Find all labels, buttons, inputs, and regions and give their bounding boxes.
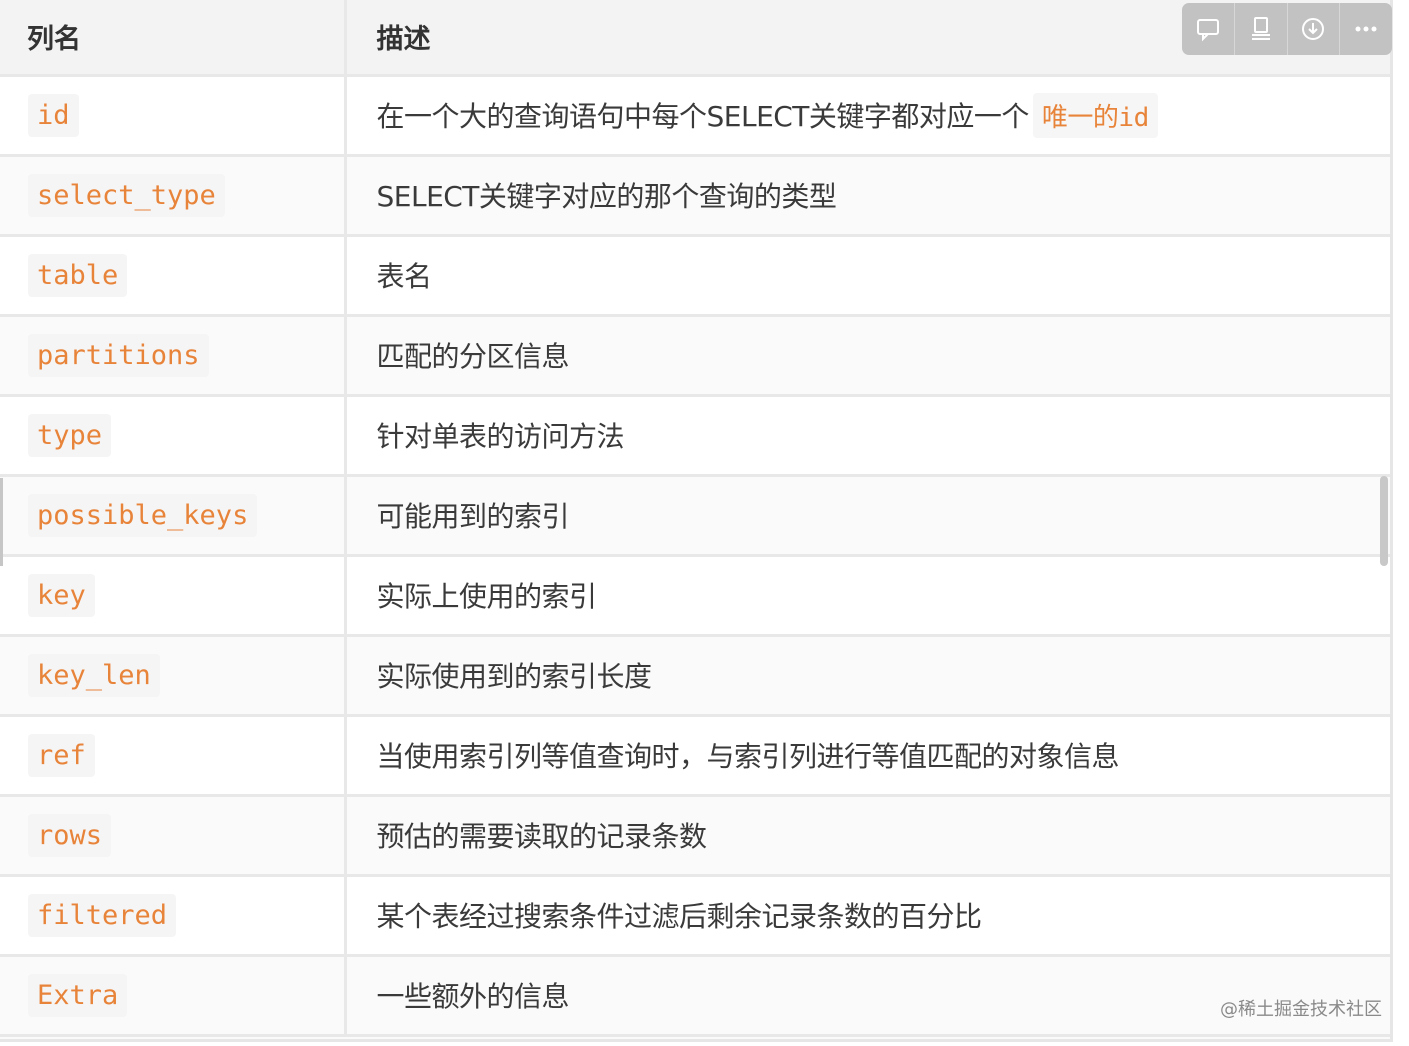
more-button[interactable] <box>1340 3 1392 55</box>
field-description-cell: 实际上使用的索引 <box>345 555 1390 637</box>
field-name-code: type <box>28 413 112 457</box>
field-name-cell: key <box>0 555 347 637</box>
field-name-cell: select_type <box>0 155 347 237</box>
field-description-cell: 针对单表的访问方法 <box>345 395 1390 477</box>
field-name-code: key_len <box>28 653 160 697</box>
table-row: possible_keys 可能用到的索引 <box>0 475 1390 557</box>
table-row: filtered 某个表经过搜索条件过滤后剩余记录条数的百分比 <box>0 875 1390 957</box>
download-button[interactable] <box>1288 3 1341 55</box>
field-name-cell: table <box>0 235 347 317</box>
download-icon <box>1302 18 1325 40</box>
field-name-code: select_type <box>28 173 225 217</box>
field-description-cell: 当使用索引列等值查询时，与索引列进行等值匹配的对象信息 <box>345 715 1390 797</box>
table-toolbar <box>1182 3 1392 55</box>
row-hover-marker <box>0 478 3 566</box>
field-description-text: 在一个大的查询语句中每个SELECT关键字都对应一个 <box>376 99 1030 133</box>
table-row: id 在一个大的查询语句中每个SELECT关键字都对应一个 唯一的id <box>0 75 1390 157</box>
field-name-cell: key_len <box>0 635 347 717</box>
field-name-code: ref <box>28 733 95 777</box>
table-row: key 实际上使用的索引 <box>0 555 1390 637</box>
field-name-cell: ref <box>0 715 347 797</box>
field-description-cell: 可能用到的索引 <box>345 475 1390 557</box>
field-description-cell: 某个表经过搜索条件过滤后剩余记录条数的百分比 <box>345 875 1390 957</box>
table-row: key_len 实际使用到的索引长度 <box>0 635 1390 717</box>
table-row: type 针对单表的访问方法 <box>0 395 1390 477</box>
vertical-scrollbar[interactable] <box>1380 476 1388 566</box>
table-row: table 表名 <box>0 235 1390 317</box>
field-description-cell: 在一个大的查询语句中每个SELECT关键字都对应一个 唯一的id <box>345 75 1390 157</box>
field-name-cell: filtered <box>0 875 347 957</box>
field-description-cell: 表名 <box>345 235 1390 317</box>
field-name-cell: Extra <box>0 955 347 1037</box>
field-name-cell: rows <box>0 795 347 877</box>
table-row: partitions 匹配的分区信息 <box>0 315 1390 397</box>
table-row: rows 预估的需要读取的记录条数 <box>0 795 1390 877</box>
field-name-code: table <box>28 253 128 297</box>
field-name-cell: type <box>0 395 347 477</box>
field-name-code: possible_keys <box>28 493 258 537</box>
comment-button[interactable] <box>1182 3 1235 55</box>
column-header-name: 列名 <box>0 0 347 77</box>
field-name-code: partitions <box>28 333 209 377</box>
field-name-code: filtered <box>28 893 177 937</box>
explain-columns-table: 列名 描述 id 在一个大的查询语句中每个SELECT关键字都对应一个 唯一的id… <box>0 0 1390 1037</box>
table-row: Extra 一些额外的信息 <box>0 955 1390 1037</box>
table-row: select_type SELECT关键字对应的那个查询的类型 <box>0 155 1390 237</box>
field-name-code: rows <box>28 813 112 857</box>
more-icon <box>1355 26 1377 32</box>
present-button[interactable] <box>1235 3 1288 55</box>
field-name-code: id <box>28 93 79 137</box>
field-description-cell: 实际使用到的索引长度 <box>345 635 1390 717</box>
field-name-cell: possible_keys <box>0 475 347 557</box>
field-name-cell: partitions <box>0 315 347 397</box>
table-row: ref 当使用索引列等值查询时，与索引列进行等值匹配的对象信息 <box>0 715 1390 797</box>
present-icon <box>1251 17 1270 40</box>
comment-icon <box>1196 19 1219 42</box>
field-description-cell: 预估的需要读取的记录条数 <box>345 795 1390 877</box>
field-description-cell: 匹配的分区信息 <box>345 315 1390 397</box>
watermark: @稀土掘金技术社区 <box>1220 999 1382 1020</box>
inline-code: 唯一的id <box>1032 92 1158 138</box>
field-name-code: Extra <box>28 973 128 1017</box>
explain-columns-table-container: 列名 描述 id 在一个大的查询语句中每个SELECT关键字都对应一个 唯一的id… <box>0 0 1393 1042</box>
field-name-cell: id <box>0 75 347 157</box>
field-description-cell: SELECT关键字对应的那个查询的类型 <box>345 155 1390 237</box>
field-name-code: key <box>28 573 95 617</box>
